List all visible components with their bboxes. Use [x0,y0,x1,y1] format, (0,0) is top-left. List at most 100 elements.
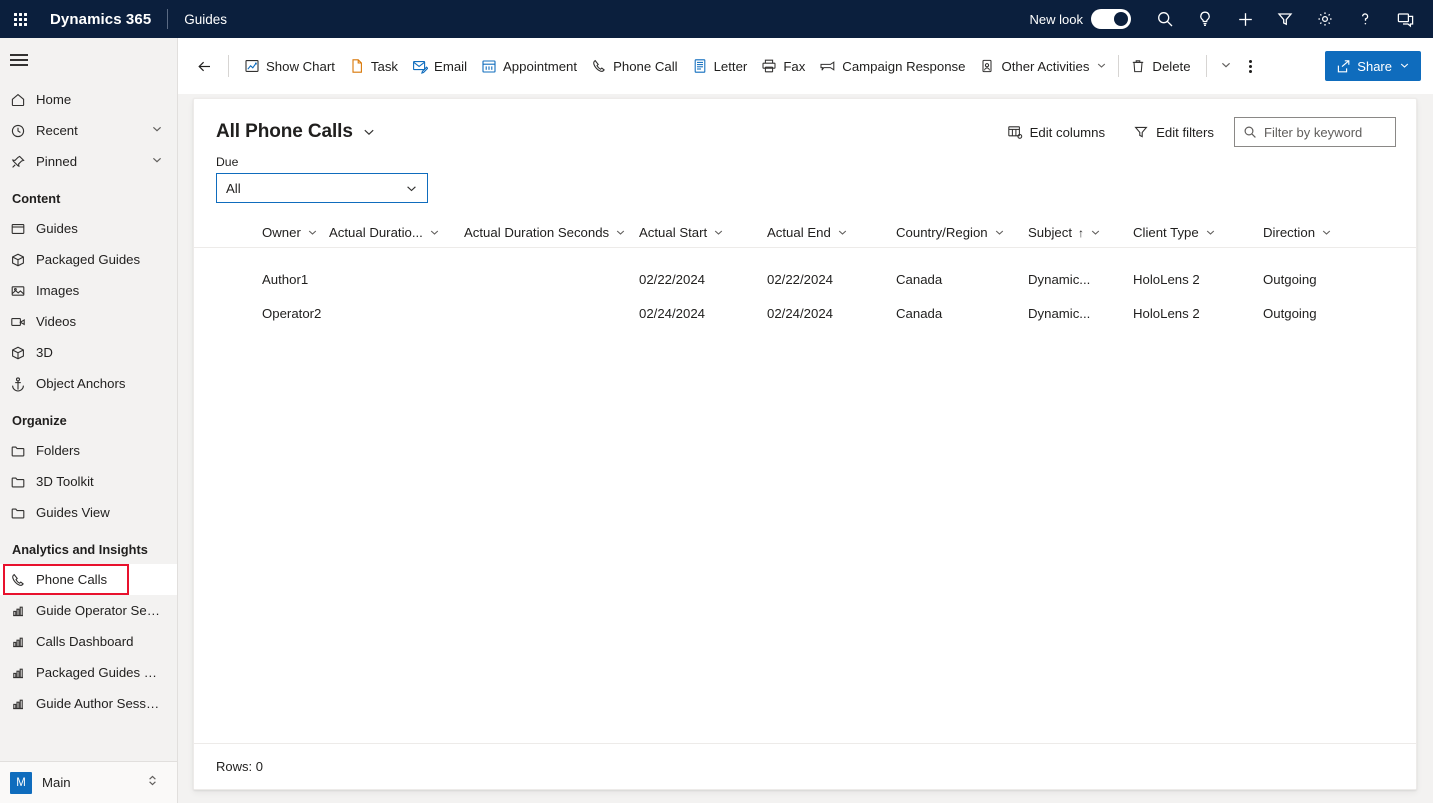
sidebar-item-label: Phone Calls [36,572,107,587]
sidebar-item-phone-calls[interactable]: Phone Calls [0,564,177,595]
column-header-actual-start[interactable]: Actual Start [639,218,767,248]
column-label: Actual End [767,225,831,240]
sidebar-item-home[interactable]: Home [0,84,177,115]
chevron-down-icon[interactable] [837,227,848,238]
sidebar-item-folders[interactable]: Folders [0,435,177,466]
hamburger-icon[interactable] [0,38,177,82]
clock-icon [10,123,36,139]
more-vertical-icon[interactable] [1237,50,1265,82]
chevron-down-icon[interactable] [151,154,163,169]
sidebar-item-videos[interactable]: Videos [0,306,177,337]
column-header-actual-duration[interactable]: Actual Duratio... [329,218,464,248]
cell-subject: Dynamic... [1028,296,1133,330]
sidebar-nav: Home Recent [0,82,177,761]
edit-filters-button[interactable]: Edit filters [1125,116,1222,148]
due-filter-label: Due [216,155,1416,169]
other-activities-button[interactable]: Other Activities [972,49,1114,83]
sidebar-item-guide-author-sessions[interactable]: Guide Author Sessions [0,688,177,719]
sidebar-item-recent[interactable]: Recent [0,115,177,146]
search-icon[interactable] [1145,0,1185,38]
chevron-down-icon[interactable] [615,227,626,238]
delete-button[interactable]: Delete [1123,49,1197,83]
sidebar-item-object-anchors[interactable]: Object Anchors [0,368,177,399]
gear-icon[interactable] [1305,0,1345,38]
edit-columns-button[interactable]: Edit columns [999,116,1114,148]
brand-title[interactable]: Dynamics 365 [50,11,151,28]
table-row[interactable]: Operator2 02/24/2024 02/24/2024 Canada D… [194,296,1416,330]
lightbulb-icon[interactable] [1185,0,1225,38]
sidebar-item-calls-dashboard[interactable]: Calls Dashboard [0,626,177,657]
column-header-owner[interactable]: Owner [259,218,329,248]
grid-card: All Phone Calls Edit columns [193,98,1417,790]
sidebar-item-guides-view[interactable]: Guides View [0,497,177,528]
chevron-down-icon[interactable] [1321,227,1332,238]
chevron-down-icon[interactable] [307,227,318,238]
help-icon[interactable] [1345,0,1385,38]
chevron-down-icon[interactable] [362,125,376,139]
sidebar-item-3d-toolkit[interactable]: 3D Toolkit [0,466,177,497]
column-header-client-type[interactable]: Client Type [1133,218,1263,248]
arrow-left-icon[interactable] [188,50,220,82]
chevron-down-icon[interactable] [429,227,440,238]
chevron-down-icon[interactable] [994,227,1005,238]
sort-ascending-icon: ↑ [1078,226,1084,240]
column-label: Actual Start [639,225,707,240]
sidebar-item-label: Guide Author Sessions [36,696,162,711]
row-checkbox-cell[interactable] [194,262,259,296]
command-label: Show Chart [266,59,335,74]
sidebar-item-guide-operator-sessions[interactable]: Guide Operator Sessi... [0,595,177,626]
updown-chevron-icon[interactable] [146,774,159,792]
campaign-response-button[interactable]: Campaign Response [812,49,972,83]
row-checkbox-cell[interactable] [194,296,259,330]
appointment-button[interactable]: Appointment [474,49,584,83]
chart-icon [10,696,36,712]
column-header-direction[interactable]: Direction [1263,218,1383,248]
column-header-country-region[interactable]: Country/Region [896,218,1028,248]
edit-filters-icon [1133,124,1149,140]
column-header-subject[interactable]: Subject ↑ [1028,218,1133,248]
search-input-wrapper[interactable] [1234,117,1396,147]
column-label: Client Type [1133,225,1199,240]
fax-button[interactable]: Fax [754,49,812,83]
task-button[interactable]: Task [342,49,405,83]
show-chart-button[interactable]: Show Chart [237,49,342,83]
chevron-down-icon[interactable] [1096,59,1107,74]
chevron-down-icon[interactable] [1205,227,1216,238]
chart-icon [10,665,36,681]
select-all-checkbox-cell[interactable] [194,216,259,250]
share-button[interactable]: Share [1325,51,1421,81]
sidebar-item-guides[interactable]: Guides [0,213,177,244]
sidebar-item-3d[interactable]: 3D [0,337,177,368]
sidebar-item-packaged-guides-op[interactable]: Packaged Guides Op... [0,657,177,688]
chevron-down-icon[interactable] [1090,227,1101,238]
filter-icon[interactable] [1265,0,1305,38]
app-launcher-icon[interactable] [0,0,40,38]
sidebar-item-packaged-guides[interactable]: Packaged Guides [0,244,177,275]
chevron-down-icon[interactable] [1399,59,1410,74]
due-filter-select[interactable]: All [216,173,428,203]
grid-header-row: Owner Actual Duratio... Actual Duration … [194,218,1416,248]
chevron-down-icon[interactable] [405,182,418,195]
search-input[interactable] [1264,125,1387,140]
column-header-actual-end[interactable]: Actual End [767,218,896,248]
sidebar-item-pinned[interactable]: Pinned [0,146,177,177]
area-switcher[interactable]: M Main [0,761,177,803]
table-row[interactable]: Author1 02/22/2024 02/22/2024 Canada Dyn… [194,262,1416,296]
chevron-down-icon[interactable] [151,123,163,138]
phone-call-button[interactable]: Phone Call [584,49,685,83]
chevron-down-icon[interactable] [713,227,724,238]
column-header-actual-duration-seconds[interactable]: Actual Duration Seconds [464,218,639,248]
command-divider [1206,55,1207,77]
feedback-icon[interactable] [1385,0,1425,38]
more-commands-chevron[interactable] [1215,49,1237,83]
other-activities-icon [979,58,995,74]
cell-actual-duration-seconds [464,262,639,296]
chevron-down-icon[interactable] [1220,59,1232,74]
app-name-label[interactable]: Guides [184,12,227,27]
new-look-toggle[interactable] [1091,9,1131,29]
sidebar-group-content: Content [0,177,177,213]
letter-button[interactable]: Letter [685,49,755,83]
plus-icon[interactable] [1225,0,1265,38]
email-button[interactable]: Email [405,49,474,83]
sidebar-item-images[interactable]: Images [0,275,177,306]
